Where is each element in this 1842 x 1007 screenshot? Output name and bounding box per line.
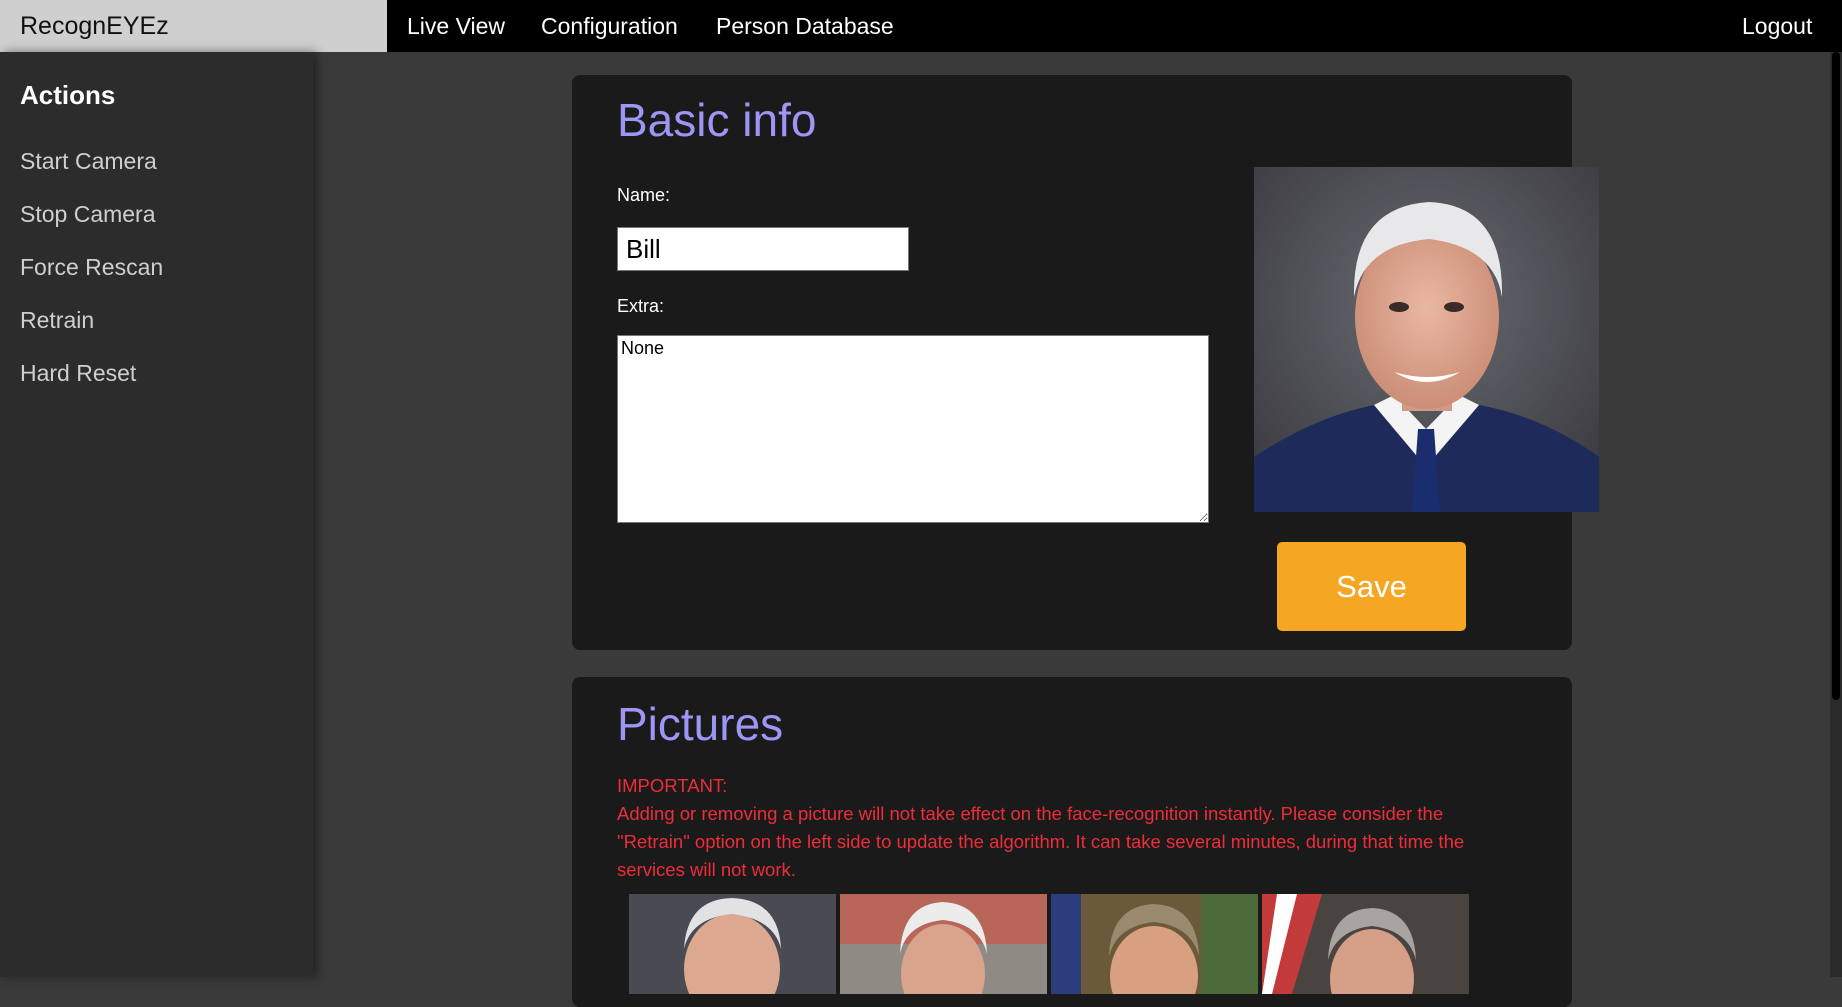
nav-person-database[interactable]: Person Database [716, 0, 894, 52]
person-picture-thumbnail[interactable] [629, 894, 836, 994]
scrollbar-thumb[interactable] [1832, 52, 1840, 700]
basic-info-card: Basic info Name: Extra: None [572, 75, 1599, 650]
basic-info-title: Basic info [617, 94, 817, 146]
pictures-card: Pictures IMPORTANT: Adding or removing a… [572, 677, 1572, 1007]
name-label: Name: [617, 185, 671, 205]
sidebar-item-retrain[interactable]: Retrain [20, 307, 94, 334]
name-input[interactable] [617, 227, 909, 271]
person-portrait [1254, 167, 1599, 512]
sidebar-item-start-camera[interactable]: Start Camera [20, 148, 157, 175]
app-brand[interactable]: RecognEYEz [0, 0, 387, 52]
save-button[interactable]: Save [1277, 542, 1466, 631]
sidebar-title: Actions [20, 80, 116, 110]
important-notice: IMPORTANT: Adding or removing a picture … [617, 772, 1497, 884]
nav-configuration[interactable]: Configuration [541, 0, 678, 52]
top-nav-bar: RecognEYEz Live View Configuration Perso… [0, 0, 1842, 52]
nav-live-view[interactable]: Live View [407, 0, 505, 52]
sidebar-item-hard-reset[interactable]: Hard Reset [20, 360, 136, 387]
extra-label: Extra: [617, 296, 665, 316]
sidebar-item-force-rescan[interactable]: Force Rescan [20, 254, 163, 281]
extra-textarea[interactable]: None [617, 335, 1209, 523]
person-picture-thumbnail[interactable] [1051, 894, 1258, 994]
person-picture-thumbnail[interactable] [1262, 894, 1469, 994]
sidebar-item-stop-camera[interactable]: Stop Camera [20, 201, 156, 228]
logout-link[interactable]: Logout [1742, 0, 1812, 52]
pictures-title: Pictures [617, 698, 784, 750]
sidebar: Actions Start Camera Stop Camera Force R… [0, 52, 313, 977]
notice-body: Adding or removing a picture will not ta… [617, 803, 1465, 880]
notice-heading: IMPORTANT: [617, 775, 728, 796]
person-picture-thumbnail[interactable] [840, 894, 1047, 994]
